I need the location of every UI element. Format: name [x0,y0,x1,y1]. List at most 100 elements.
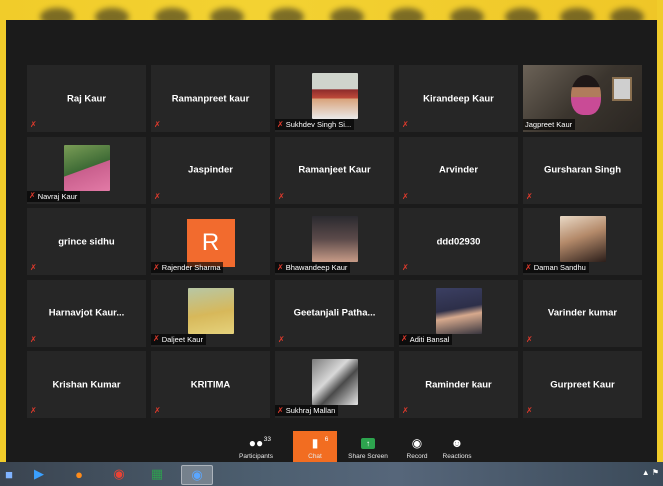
firefox-icon[interactable]: ● [68,465,90,483]
participant-name: Rajender Sharma [161,263,221,272]
participant-name: Raj Kaur [66,93,107,104]
participant-photo [435,287,482,334]
participant-tile[interactable]: Arvinder ✗ [399,136,518,204]
participant-name: Krishan Kumar [52,379,121,390]
window-frame-top [0,0,663,26]
participant-name-label: ✗ Bhawandeep Kaur [275,262,351,273]
chrome-icon[interactable]: ◉ [108,465,130,483]
reactions-button[interactable]: ☻ Reactions [436,431,478,463]
participant-tile[interactable]: ✗ Bhawandeep Kaur [275,208,394,275]
participant-name: Ramanjeet Kaur [298,164,371,176]
participants-icon: ●● 33 [248,436,271,450]
participant-name: Sukhdev Singh Si... [285,120,352,129]
participant-tile[interactable]: ✗ Aditi Bansal [399,279,518,347]
tray-icon[interactable]: ▲ ⚑ [642,468,659,477]
share-screen-icon: ↑ [361,438,375,449]
participant-name: ddd02930 [436,236,481,247]
participant-name-label: ✗ Sukhraj Mallan [275,405,339,416]
zoom-taskbar-icon[interactable]: ◉ [181,465,213,485]
participant-photo [311,73,358,119]
mic-muted-icon: ✗ [402,191,409,201]
participant-tile[interactable]: Geetanjali Patha... ✗ [275,279,394,347]
mic-muted-icon: ✗ [277,405,284,415]
reactions-label: Reactions [442,453,472,460]
participant-photo [311,216,358,262]
participant-photo [311,359,358,405]
participant-tile[interactable]: KRITIMA ✗ [151,351,270,418]
mic-muted-icon: ✗ [526,406,533,415]
excel-icon[interactable]: ▦ [146,465,168,483]
participant-tile[interactable]: ddd02930 ✗ [399,208,518,275]
windows-taskbar: ■ ▶ ● ◉ ▦ ◉ ▲ ⚑ [0,462,663,486]
mic-muted-icon: ✗ [154,191,161,201]
participant-tile[interactable]: Ramanjeet Kaur ✗ [275,136,394,204]
participant-name-label: ✗ Daljeet Kaur [151,333,206,345]
mic-muted-icon: ✗ [153,262,160,272]
participant-tile[interactable]: Ramanpreet kaur ✗ [151,65,270,132]
participant-tile[interactable]: Kirandeep Kaur ✗ [399,65,518,132]
participant-tile[interactable]: ✗ Daman Sandhu [523,208,642,275]
participant-tile[interactable]: ✗ Daljeet Kaur [151,279,270,347]
chat-icon: ▮ 6 [311,436,329,450]
participant-tile[interactable]: Jagpreet Kaur [523,65,642,132]
participant-name: Kirandeep Kaur [423,93,494,104]
participant-tile[interactable]: Krishan Kumar ✗ [27,351,146,418]
mic-muted-icon: ✗ [154,120,161,129]
participant-tile[interactable]: ✗ Sukhraj Mallan [275,351,394,418]
window-frame-right [657,0,663,462]
mic-muted-icon: ✗ [402,263,409,272]
participant-tile[interactable]: R ✗ Rajender Sharma [151,208,270,275]
mic-muted-icon: ✗ [30,406,37,415]
participant-name: Daman Sandhu [533,263,586,272]
participant-name-label: ✗ Daman Sandhu [523,262,589,273]
media-player-icon[interactable]: ▶ [28,465,50,483]
participant-name: Geetanjali Patha... [293,307,376,319]
participant-name: Jagpreet Kaur [525,120,573,129]
participant-tile[interactable]: grince sidhu ✗ [27,208,146,275]
participant-initial-avatar: R [186,219,235,267]
participant-name: Gurpreet Kaur [550,379,615,390]
participant-tile[interactable]: Varinder kumar ✗ [523,279,642,347]
participant-tile[interactable]: Raj Kaur ✗ [27,65,146,132]
mic-muted-icon: ✗ [30,263,37,272]
participant-tile[interactable]: ✗ Sukhdev Singh Si... [275,65,394,132]
participant-tile[interactable]: Raminder kaur ✗ [399,351,518,418]
record-icon: ◉ [411,436,423,450]
participant-name: grince sidhu [58,236,115,247]
mic-muted-icon: ✗ [154,406,161,415]
participant-name: Raminder kaur [425,379,492,390]
mic-muted-icon: ✗ [278,334,285,344]
participant-name: Gursharan Singh [543,164,622,176]
participant-name: KRITIMA [190,379,231,390]
participant-tile[interactable]: Harnavjot Kaur... ✗ [27,279,146,347]
participant-name: Sukhraj Mallan [285,406,336,415]
participant-name: Aditi Bansal [409,334,450,344]
share-screen-label: Share Screen [348,453,388,460]
record-button[interactable]: ◉ Record [399,431,435,463]
mic-muted-icon: ✗ [153,334,160,343]
participant-tile[interactable]: ✗ Navraj Kaur [27,136,146,204]
start-icon[interactable]: ■ [0,465,20,483]
mic-muted-icon: ✗ [402,120,409,129]
participant-name: Arvinder [438,164,479,176]
meeting-toolbar: ●● 33 Participants ▮ 6 Chat ↑ Share Screen… [6,431,657,463]
participants-count: 33 [263,436,271,443]
reactions-icon: ☻ [450,436,464,450]
participant-tile[interactable]: Gurpreet Kaur ✗ [523,351,642,418]
mic-muted-icon: ✗ [278,191,285,201]
mic-muted-icon: ✗ [525,262,532,272]
share-screen-button[interactable]: ↑ Share Screen [342,431,394,463]
chat-button[interactable]: ▮ 6 Chat [293,431,337,463]
participants-button[interactable]: ●● 33 Participants [231,431,281,463]
mic-muted-icon: ✗ [277,262,284,272]
meeting-window: Raj Kaur ✗ Ramanpreet kaur ✗ ✗ Sukhdev Singh … [6,20,657,431]
mic-muted-icon: ✗ [526,191,533,201]
participant-name-label: ✗ Rajender Sharma [151,262,224,273]
participant-tile[interactable]: Gursharan Singh ✗ [523,136,642,204]
participant-name: Ramanpreet kaur [171,93,250,104]
participant-name: Bhawandeep Kaur [285,263,348,272]
mic-muted-icon: ✗ [29,191,36,200]
mic-muted-icon: ✗ [30,120,37,129]
participant-tile[interactable]: Jaspinder ✗ [151,136,270,204]
chat-count: 6 [324,436,329,443]
